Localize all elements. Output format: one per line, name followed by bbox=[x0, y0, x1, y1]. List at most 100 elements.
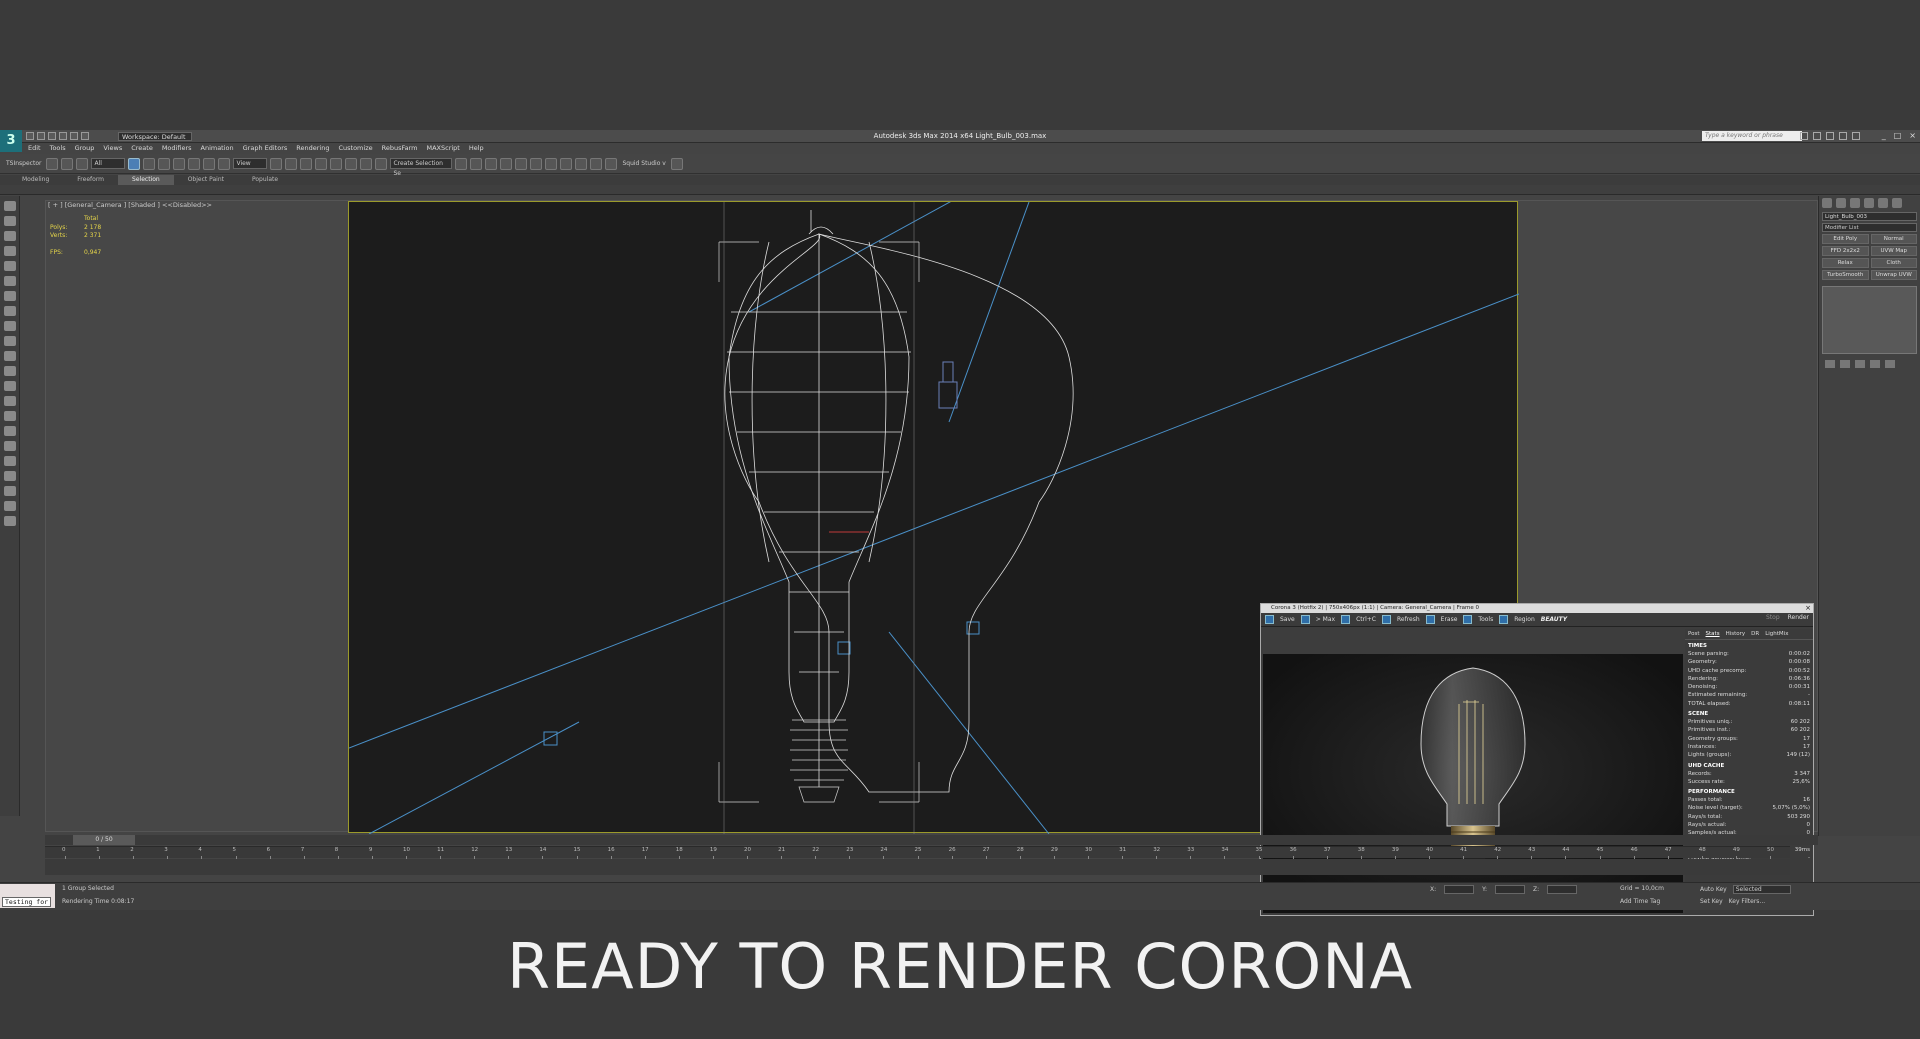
menu-modifiers[interactable]: Modifiers bbox=[162, 143, 192, 154]
link-icon[interactable] bbox=[46, 157, 59, 170]
corona-close-button[interactable]: × bbox=[1805, 604, 1811, 613]
viewport-label[interactable]: [ + ] [General_Camera ] [Shaded ] <<Disa… bbox=[48, 201, 212, 209]
material-editor-icon[interactable] bbox=[560, 157, 573, 170]
named-selection-dropdown[interactable]: Create Selection Se bbox=[390, 158, 453, 177]
snap-icon[interactable] bbox=[315, 157, 328, 170]
maximize-button[interactable]: □ bbox=[1894, 131, 1902, 140]
close-button[interactable]: × bbox=[1909, 131, 1916, 140]
maxscript-listener[interactable]: Testing for bbox=[0, 884, 55, 908]
search-icon[interactable] bbox=[1800, 132, 1808, 140]
tool-icon-18[interactable] bbox=[4, 456, 16, 466]
tool-icon-13[interactable] bbox=[4, 381, 16, 391]
track-bar[interactable]: 0 1 2 3 4 5 6 7 8 9 10 11 12 13 14 15 16 17 18 19 20 21 22 23 24… bbox=[45, 846, 1790, 859]
select-by-name-icon[interactable] bbox=[143, 157, 156, 170]
reference-coord-dropdown[interactable]: View bbox=[233, 158, 268, 169]
key-mode-dropdown[interactable]: Selected bbox=[1732, 885, 1791, 894]
align-icon[interactable] bbox=[470, 157, 483, 170]
favorites-icon[interactable] bbox=[1839, 132, 1847, 140]
tool-icon-3[interactable] bbox=[4, 231, 16, 241]
relax-button[interactable]: Relax bbox=[1822, 258, 1869, 268]
bind-spacewarp-icon[interactable] bbox=[76, 157, 89, 170]
corona-pass-dropdown[interactable]: BEAUTY bbox=[1541, 616, 1567, 623]
corona-save-button[interactable]: Save bbox=[1280, 616, 1295, 623]
pin-stack-icon[interactable] bbox=[1825, 360, 1835, 368]
select-object-icon[interactable] bbox=[128, 157, 141, 170]
tool-icon-22[interactable] bbox=[4, 516, 16, 526]
minimize-button[interactable]: _ bbox=[1882, 131, 1886, 140]
corona-render-button[interactable]: Render bbox=[1788, 614, 1809, 621]
time-slider-thumb[interactable]: 0 / 50 bbox=[73, 835, 135, 845]
unwrap-uvw-button[interactable]: Unwrap UVW bbox=[1870, 270, 1917, 280]
maxscript-input[interactable]: Testing for bbox=[2, 897, 52, 907]
corona-copy-button[interactable]: Ctrl+C bbox=[1356, 616, 1376, 623]
make-unique-icon[interactable] bbox=[1855, 360, 1865, 368]
configure-sets-icon[interactable] bbox=[1885, 360, 1895, 368]
tool-icon-4[interactable] bbox=[4, 246, 16, 256]
tool-icon-11[interactable] bbox=[4, 351, 16, 361]
angle-snap-icon[interactable] bbox=[330, 157, 343, 170]
menu-views[interactable]: Views bbox=[103, 143, 122, 154]
tool-icon-16[interactable] bbox=[4, 426, 16, 436]
tool-icon-12[interactable] bbox=[4, 366, 16, 376]
tab-freeform[interactable]: Freeform bbox=[63, 175, 118, 185]
corona-stop-button[interactable]: Stop bbox=[1766, 614, 1780, 621]
ffd-button[interactable]: FFD 2x2x2 bbox=[1822, 246, 1869, 256]
menu-rendering[interactable]: Rendering bbox=[296, 143, 329, 154]
menu-rebusfarm[interactable]: RebusFarm bbox=[382, 143, 418, 154]
rect-selection-icon[interactable] bbox=[158, 157, 171, 170]
communication-icon[interactable] bbox=[1826, 132, 1834, 140]
create-tab-icon[interactable] bbox=[1822, 198, 1832, 208]
hierarchy-tab-icon[interactable] bbox=[1850, 198, 1860, 208]
tab-stats[interactable]: Stats bbox=[1706, 631, 1720, 637]
menu-tools[interactable]: Tools bbox=[50, 143, 66, 154]
tab-populate[interactable]: Populate bbox=[238, 175, 292, 185]
tool-icon-19[interactable] bbox=[4, 471, 16, 481]
menu-create[interactable]: Create bbox=[131, 143, 153, 154]
tab-dr[interactable]: DR bbox=[1751, 631, 1759, 637]
show-end-result-icon[interactable] bbox=[1840, 360, 1850, 368]
edit-poly-button[interactable]: Edit Poly bbox=[1822, 234, 1869, 244]
rendered-frame-window-icon[interactable] bbox=[590, 157, 603, 170]
key-lane[interactable] bbox=[45, 859, 1790, 875]
add-time-tag[interactable]: Add Time Tag bbox=[1620, 898, 1660, 905]
normal-button[interactable]: Normal bbox=[1870, 234, 1917, 244]
cloth-button[interactable]: Cloth bbox=[1870, 258, 1917, 268]
tab-object-paint[interactable]: Object Paint bbox=[174, 175, 238, 185]
unlink-icon[interactable] bbox=[61, 157, 74, 170]
menu-edit[interactable]: Edit bbox=[28, 143, 41, 154]
object-name-field[interactable]: Light_Bulb_003 bbox=[1822, 212, 1917, 221]
corona-refresh-button[interactable]: Refresh bbox=[1397, 616, 1420, 623]
percent-snap-icon[interactable] bbox=[345, 157, 358, 170]
tool-icon-14[interactable] bbox=[4, 396, 16, 406]
mirror-icon[interactable] bbox=[455, 157, 468, 170]
menu-graph-editors[interactable]: Graph Editors bbox=[243, 143, 288, 154]
x-field[interactable] bbox=[1444, 885, 1475, 894]
layer-manager-icon[interactable] bbox=[500, 157, 513, 170]
ribbon-toggle-icon[interactable] bbox=[515, 157, 528, 170]
select-manipulate-icon[interactable] bbox=[285, 157, 298, 170]
key-filters-button[interactable]: Key Filters... bbox=[1729, 898, 1766, 905]
tool-icon-7[interactable] bbox=[4, 291, 16, 301]
corona-to-max-button[interactable]: > Max bbox=[1316, 616, 1335, 623]
window-crossing-icon[interactable] bbox=[173, 157, 186, 170]
render-setup-icon[interactable] bbox=[575, 157, 588, 170]
modify-tab-icon[interactable] bbox=[1836, 198, 1846, 208]
scale-icon[interactable] bbox=[218, 157, 231, 170]
tool-icon-10[interactable] bbox=[4, 336, 16, 346]
corona-tools-button[interactable]: Tools bbox=[1478, 616, 1493, 623]
tool-icon-17[interactable] bbox=[4, 441, 16, 451]
layer-explorer-icon[interactable] bbox=[485, 157, 498, 170]
tool-icon-20[interactable] bbox=[4, 486, 16, 496]
schematic-view-icon[interactable] bbox=[545, 157, 558, 170]
menu-maxscript[interactable]: MAXScript bbox=[426, 143, 459, 154]
menu-customize[interactable]: Customize bbox=[338, 143, 372, 154]
z-field[interactable] bbox=[1547, 885, 1578, 894]
tab-selection[interactable]: Selection bbox=[118, 175, 174, 185]
tool-icon-21[interactable] bbox=[4, 501, 16, 511]
menu-group[interactable]: Group bbox=[75, 143, 95, 154]
remove-modifier-icon[interactable] bbox=[1870, 360, 1880, 368]
curve-editor-icon[interactable] bbox=[530, 157, 543, 170]
tool-icon-15[interactable] bbox=[4, 411, 16, 421]
corona-erase-button[interactable]: Erase bbox=[1441, 616, 1458, 623]
help-icon[interactable] bbox=[1852, 132, 1860, 140]
